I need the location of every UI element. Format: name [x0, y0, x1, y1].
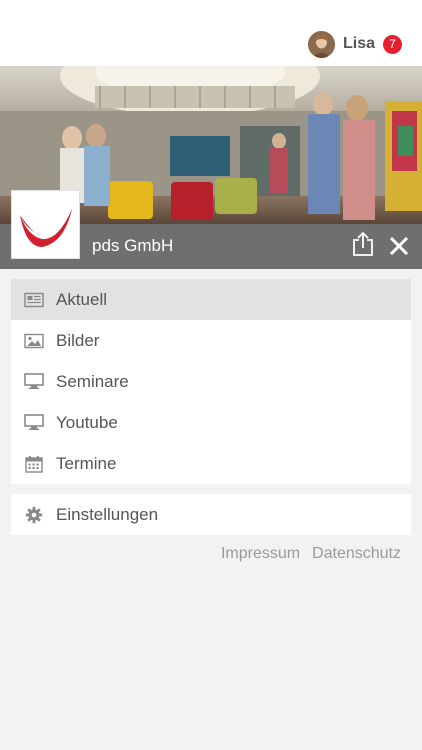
menu-item-youtube[interactable]: Youtube	[11, 402, 411, 443]
menu-item-seminare[interactable]: Seminare	[11, 361, 411, 402]
company-name: pds GmbH	[92, 236, 174, 255]
menu-item-label: Einstellungen	[56, 504, 159, 524]
main-menu: Aktuell Bilder Seminare Youtube Termine	[11, 279, 411, 484]
calendar-icon	[24, 454, 44, 474]
close-button[interactable]	[388, 235, 410, 257]
company-logo	[11, 190, 80, 259]
menu-item-label: Seminare	[56, 371, 129, 391]
share-icon[interactable]	[351, 231, 375, 257]
menu-item-label: Youtube	[56, 412, 118, 432]
user-avatar[interactable]	[307, 30, 335, 58]
impressum-link[interactable]: Impressum	[221, 545, 300, 563]
footer-links: Impressum Datenschutz	[221, 545, 401, 563]
menu-item-label: Termine	[56, 453, 117, 473]
menu-item-aktuell[interactable]: Aktuell	[11, 279, 411, 320]
menu-item-bilder[interactable]: Bilder	[11, 320, 411, 361]
newspaper-icon	[24, 290, 44, 310]
notification-badge[interactable]: 7	[383, 34, 402, 54]
menu-item-termine[interactable]: Termine	[11, 443, 411, 484]
user-menu[interactable]: Lisa 7	[307, 30, 402, 58]
image-icon	[24, 331, 44, 351]
menu-item-einstellungen[interactable]: Einstellungen	[11, 494, 411, 535]
top-bar: Lisa 7	[0, 0, 422, 66]
monitor-icon	[24, 413, 44, 433]
settings-section: Einstellungen	[11, 494, 411, 535]
user-name[interactable]: Lisa	[343, 35, 375, 53]
menu-item-label: Aktuell	[56, 289, 108, 309]
monitor-icon	[24, 372, 44, 392]
datenschutz-link[interactable]: Datenschutz	[312, 545, 401, 563]
menu-item-label: Bilder	[56, 330, 100, 350]
close-icon[interactable]	[388, 235, 410, 257]
gear-icon	[24, 505, 44, 525]
share-button[interactable]	[351, 231, 375, 257]
